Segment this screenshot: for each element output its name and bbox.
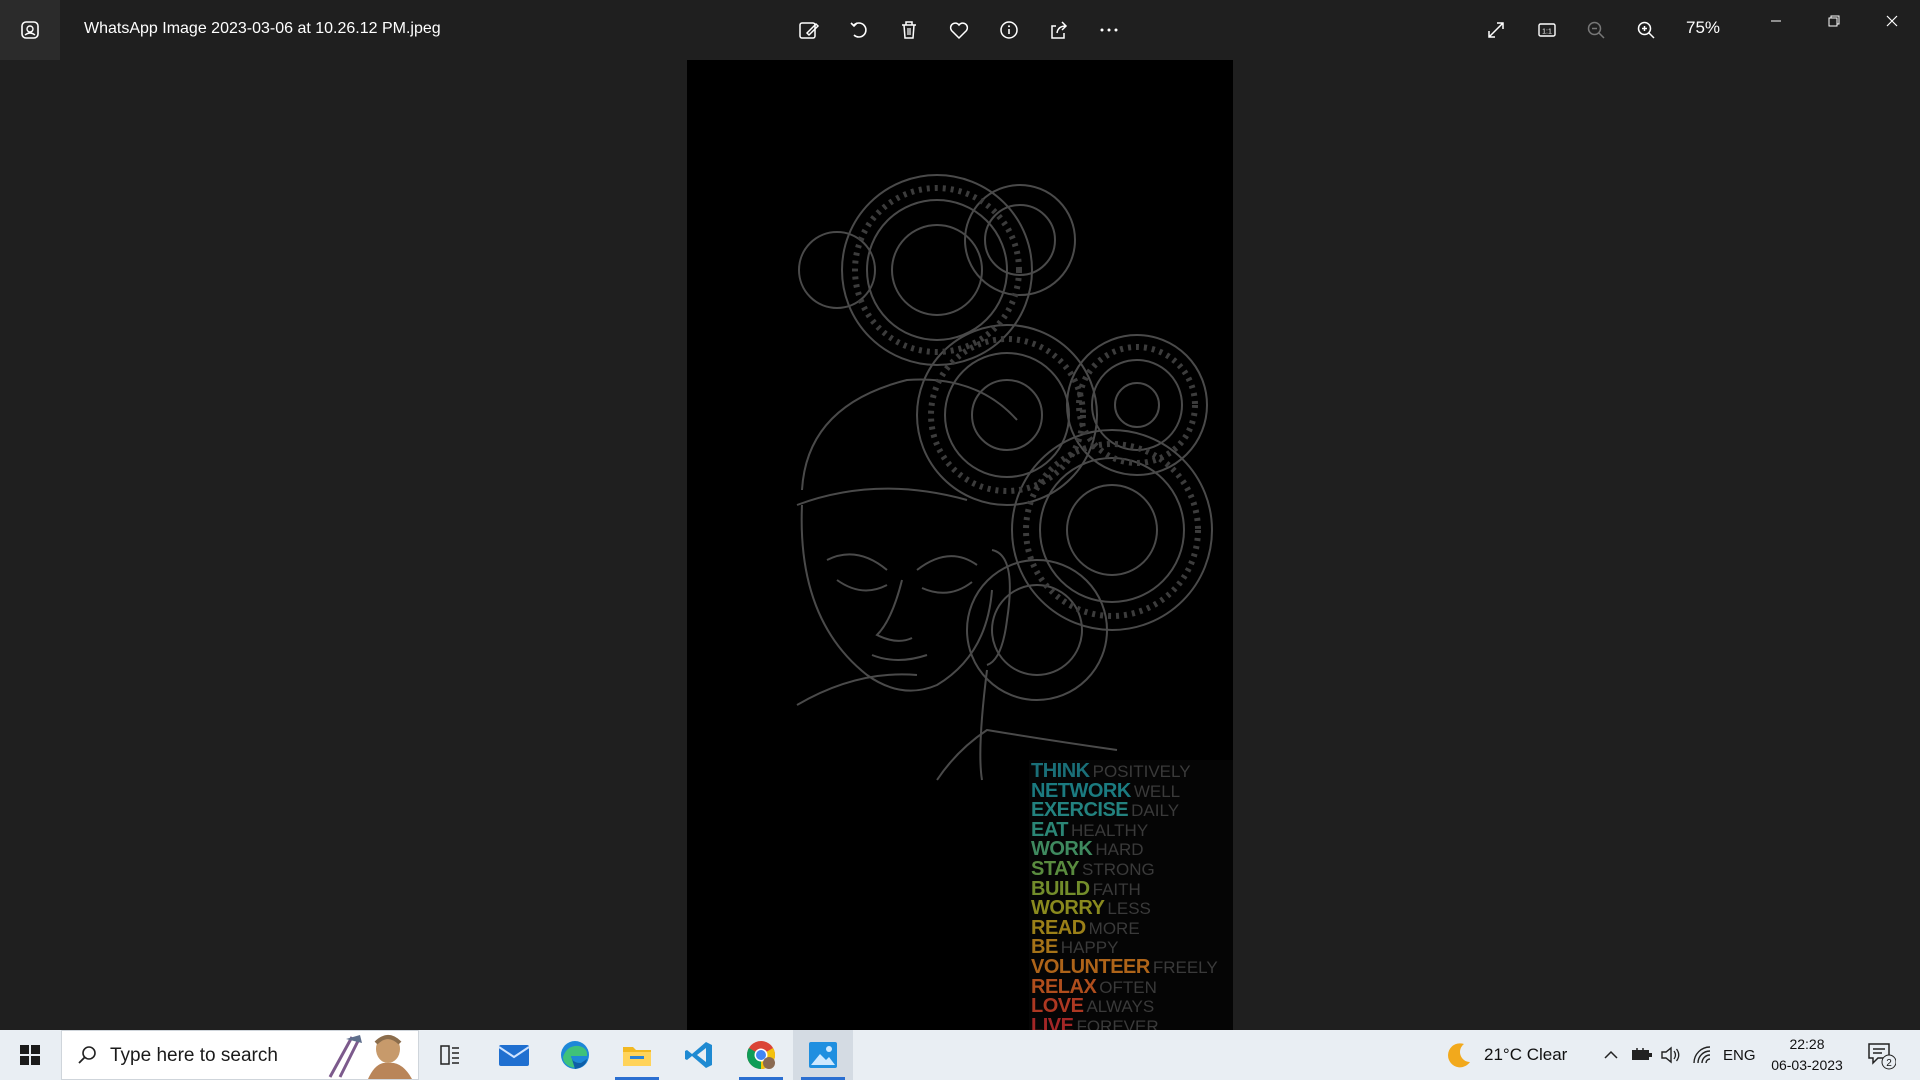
window-title: WhatsApp Image 2023-03-06 at 10.26.12 PM… (84, 20, 441, 37)
chevron-up-icon (1604, 1050, 1618, 1059)
zoom-out-icon[interactable] (1576, 10, 1616, 50)
notification-icon: 2 (1868, 1043, 1896, 1070)
vscode-icon[interactable] (669, 1030, 729, 1080)
clock-date: 06-03-2023 (1771, 1057, 1843, 1073)
task-view-icon[interactable] (420, 1030, 480, 1080)
volume-icon[interactable] (1660, 1030, 1682, 1080)
notification-center-button[interactable]: 2 (1866, 1030, 1896, 1080)
notification-count: 2 (1886, 1058, 1892, 1069)
svg-text:1:1: 1:1 (1542, 29, 1552, 36)
rotate-icon[interactable] (839, 10, 879, 50)
zoom-in-icon[interactable] (1626, 10, 1666, 50)
actual-size-icon[interactable]: 1:1 (1527, 10, 1567, 50)
zoom-level[interactable]: 75% (1686, 18, 1720, 38)
quote-line: LIVE FOREVER (1031, 1014, 1159, 1030)
search-highlight-image (320, 1033, 418, 1079)
more-icon[interactable] (1089, 10, 1129, 50)
edge-icon[interactable] (545, 1030, 605, 1080)
windows-icon (20, 1045, 40, 1065)
search-placeholder: Type here to search (110, 1045, 278, 1066)
fullscreen-icon[interactable] (1476, 10, 1516, 50)
chrome-icon[interactable] (731, 1030, 791, 1080)
minimize-button[interactable] (1748, 0, 1804, 42)
close-button[interactable] (1864, 0, 1920, 42)
quote-text-block: THINK POSITIVELY NETWORK WELL EXERCISE DAIL… (1031, 761, 1231, 1030)
favorite-icon[interactable] (939, 10, 979, 50)
language-indicator[interactable]: ENG (1723, 1030, 1756, 1080)
delete-icon[interactable] (889, 10, 929, 50)
taskbar: Type here to search 21°C Clear ENG 22:28… (0, 1030, 1920, 1080)
displayed-photo: THINK POSITIVELY NETWORK WELL EXERCISE DAIL… (687, 60, 1233, 1030)
start-button[interactable] (0, 1030, 60, 1080)
info-icon[interactable] (989, 10, 1029, 50)
search-icon (78, 1046, 96, 1064)
battery-icon[interactable] (1631, 1030, 1653, 1080)
restore-button[interactable] (1806, 0, 1862, 42)
weather-widget[interactable]: 21°C Clear (1444, 1030, 1567, 1080)
clock-time: 22:28 (1789, 1036, 1825, 1052)
wifi-icon[interactable] (1692, 1030, 1712, 1080)
image-viewport[interactable]: THINK POSITIVELY NETWORK WELL EXERCISE DAIL… (0, 60, 1920, 1030)
title-bar: WhatsApp Image 2023-03-06 at 10.26.12 PM… (0, 0, 1920, 60)
moon-icon (1448, 1043, 1470, 1068)
taskbar-search-box[interactable]: Type here to search (61, 1030, 419, 1080)
file-explorer-icon[interactable] (607, 1030, 667, 1080)
show-hidden-icons-button[interactable] (1602, 1030, 1620, 1080)
clock[interactable]: 22:28 06-03-2023 (1764, 1034, 1850, 1076)
quote-line: READ MORE (1031, 916, 1140, 939)
mail-icon[interactable] (484, 1030, 544, 1080)
share-icon[interactable] (1039, 10, 1079, 50)
photos-app-icon[interactable] (0, 0, 60, 60)
weather-text: 21°C Clear (1484, 1045, 1568, 1064)
photos-icon[interactable] (793, 1030, 853, 1080)
edit-icon[interactable] (789, 10, 829, 50)
